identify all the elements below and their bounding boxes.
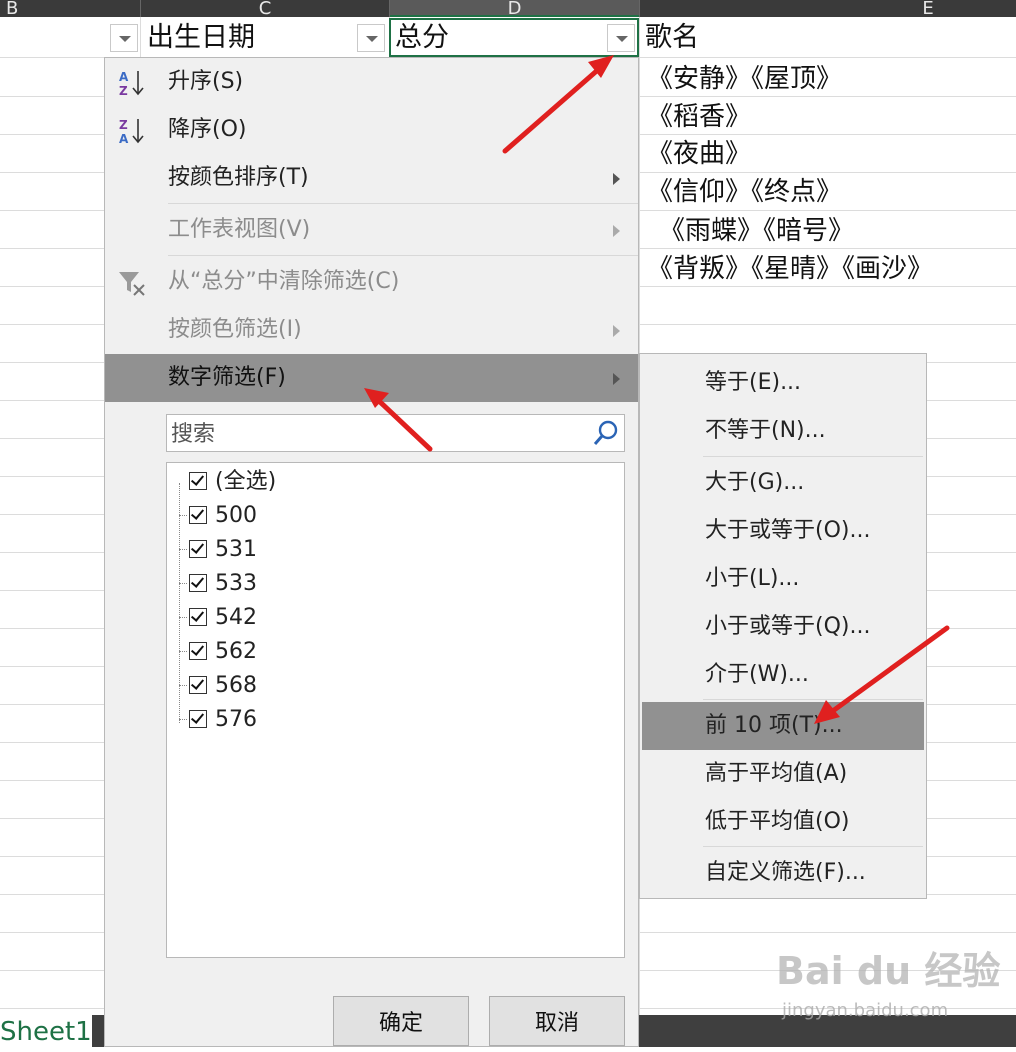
annotation-arrow-dropdown [502,55,614,154]
annotation-arrow-top10 [814,625,950,724]
annotation-arrow-number-filter [364,388,433,452]
annotation-arrows [364,55,950,724]
